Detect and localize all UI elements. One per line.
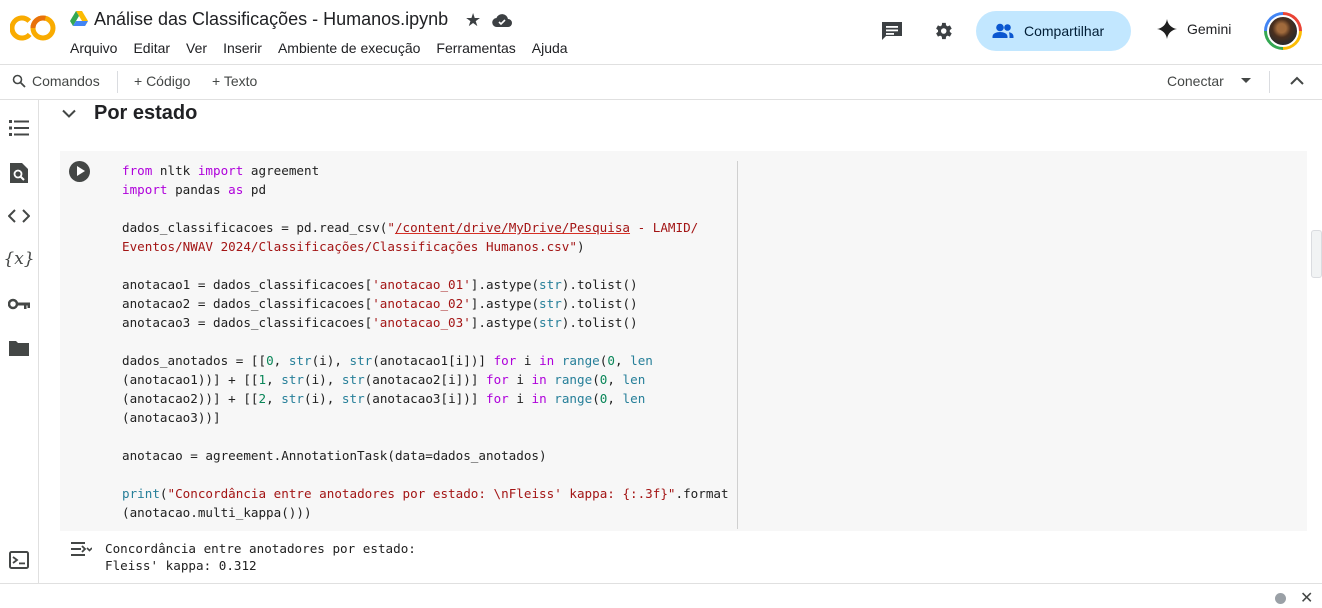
code-line: (anotacao1))] + [[1, str(i), str(anotaca…	[122, 372, 646, 387]
left-rail: {x}	[0, 100, 39, 583]
code-line: anotacao3 = dados_classificacoes['anotac…	[122, 315, 638, 330]
chevron-up-icon	[1290, 76, 1304, 85]
toolbar-divider-right	[1269, 71, 1270, 93]
variables-icon[interactable]: {x}	[3, 248, 34, 270]
code-line: anotacao1 = dados_classificacoes['anotac…	[122, 277, 638, 292]
code-line: (anotacao2))] + [[2, str(i), str(anotaca…	[122, 391, 646, 406]
output-actions-icon[interactable]	[70, 540, 92, 558]
people-icon	[992, 23, 1014, 38]
menu-ambiente-de-execucao[interactable]: Ambiente de execução	[278, 40, 420, 56]
google-drive-icon[interactable]	[70, 11, 88, 27]
collapse-header-button[interactable]	[1290, 76, 1304, 85]
terminal-icon[interactable]	[9, 551, 29, 569]
code-line: print("Concordância entre anotadores por…	[122, 486, 729, 501]
cell-output: Concordância entre anotadores por estado…	[105, 540, 416, 574]
files-folder-icon[interactable]	[8, 337, 30, 359]
commands-label: Comandos	[32, 73, 100, 89]
caret-down-icon	[1241, 78, 1251, 83]
notebook-toolbar: Comandos + Código + Texto Conectar	[0, 64, 1322, 100]
colab-logo[interactable]	[10, 13, 56, 43]
share-button[interactable]: Compartilhar	[976, 11, 1131, 51]
close-icon[interactable]: ✕	[1300, 588, 1313, 608]
commands-button[interactable]: Comandos	[12, 73, 100, 89]
code-line: (anotacao3))]	[122, 410, 221, 425]
connect-button[interactable]: Conectar	[1167, 73, 1224, 89]
code-line: dados_classificacoes = pd.read_csv("/con…	[122, 220, 699, 235]
runtime-status-dot	[1275, 593, 1286, 604]
toolbar-divider	[117, 71, 118, 93]
gemini-sparkle-icon	[1157, 19, 1177, 39]
section-collapse-chevron-icon[interactable]	[62, 109, 76, 119]
code-editor[interactable]: from nltk import agreement import pandas …	[122, 161, 729, 522]
menu-ferramentas[interactable]: Ferramentas	[436, 40, 515, 56]
table-of-contents-icon[interactable]	[8, 117, 30, 139]
vertical-scrollbar-thumb[interactable]	[1311, 230, 1322, 278]
code-line: import pandas as pd	[122, 182, 267, 197]
cloud-saved-icon[interactable]	[492, 12, 512, 28]
menu-editar[interactable]: Editar	[133, 40, 170, 56]
code-line: anotacao = agreement.AnnotationTask(data…	[122, 448, 547, 463]
run-cell-button[interactable]	[69, 161, 90, 182]
search-icon	[12, 74, 26, 88]
comment-icon[interactable]	[881, 21, 903, 41]
code-cell-ruler	[737, 161, 738, 529]
code-line: anotacao2 = dados_classificacoes['anotac…	[122, 296, 638, 311]
code-line: from nltk import agreement	[122, 163, 320, 178]
gemini-button[interactable]: Gemini	[1157, 19, 1231, 39]
output-line: Fleiss' kappa: 0.312	[105, 558, 257, 573]
code-snippets-icon[interactable]	[8, 205, 30, 227]
menu-inserir[interactable]: Inserir	[223, 40, 262, 56]
menu-ajuda[interactable]: Ajuda	[532, 40, 568, 56]
secrets-key-icon[interactable]	[8, 293, 30, 315]
gear-icon[interactable]	[932, 20, 954, 42]
header: Análise das Classificações - Humanos.ipy…	[0, 0, 1322, 64]
add-text-button[interactable]: + Texto	[212, 73, 257, 89]
notebook-title[interactable]: Análise das Classificações - Humanos.ipy…	[94, 9, 448, 30]
section-heading: Por estado	[94, 102, 198, 124]
find-replace-icon[interactable]	[8, 162, 30, 184]
code-line: Eventos/NWAV 2024/Classificações/Classif…	[122, 239, 585, 254]
share-button-label: Compartilhar	[1024, 23, 1105, 39]
gemini-label: Gemini	[1187, 21, 1232, 37]
code-line: dados_anotados = [[0, str(i), str(anotac…	[122, 353, 653, 368]
menu-arquivo[interactable]: Arquivo	[70, 40, 117, 56]
add-code-button[interactable]: + Código	[134, 73, 190, 89]
connect-dropdown[interactable]	[1240, 77, 1252, 85]
user-avatar[interactable]	[1264, 12, 1302, 50]
menu-bar: Arquivo Editar Ver Inserir Ambiente de e…	[70, 40, 584, 56]
output-line: Concordância entre anotadores por estado…	[105, 541, 416, 556]
avatar-photo	[1267, 15, 1299, 47]
status-bar: ✕	[0, 583, 1322, 608]
star-icon[interactable]: ★	[465, 11, 481, 29]
menu-ver[interactable]: Ver	[186, 40, 207, 56]
code-line: (anotacao.multi_kappa()))	[122, 505, 312, 520]
